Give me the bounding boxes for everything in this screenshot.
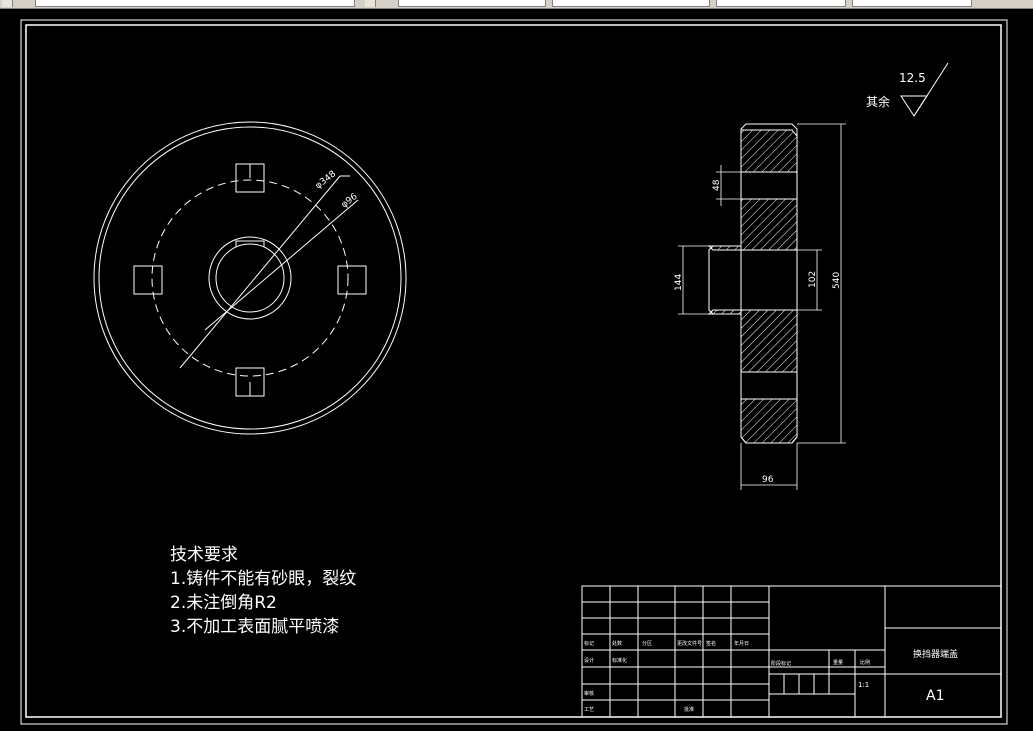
dim-total: 540 — [832, 272, 842, 289]
tb-row-label: 标记 — [584, 640, 594, 647]
tb-row-label: 工艺 — [584, 707, 594, 713]
tb-col-label: 处数 — [612, 640, 622, 647]
tb-col-label: 分区 — [642, 640, 652, 647]
plotstyle-dropdown[interactable] — [852, 0, 972, 7]
tech-req-item: 2.未注倒角R2 — [170, 593, 277, 613]
leader-pitch — [204, 199, 359, 331]
technical-requirements: 技术要求 1.铸件不能有砂眼，裂纹 2.未注倒角R2 3.不加工表面腻平喷漆 — [170, 543, 356, 639]
hub-outline — [708, 245, 741, 315]
dim-width: 96 — [762, 475, 774, 485]
tb-small-label: 批准 — [684, 706, 694, 713]
hatch-top — [740, 129, 798, 173]
toolbar-button[interactable] — [365, 0, 376, 7]
tech-req-item: 1.铸件不能有砂眼，裂纹 — [170, 569, 357, 589]
hatch-upper — [707, 198, 798, 251]
hatch-lower — [707, 309, 798, 373]
hub-circle-inner — [215, 243, 285, 313]
tb-part-name: 换挡器端盖 — [913, 648, 958, 660]
tb-small-label: 比例 — [860, 659, 870, 666]
tb-row-label: 审核 — [584, 690, 594, 697]
pocket-left — [133, 265, 163, 295]
front-view — [93, 121, 407, 435]
tb-small-label: 标准化 — [612, 657, 627, 664]
tb-small-label: 重量 — [833, 659, 843, 666]
cad-drawing: φ348 φ96 48 144 102 540 96 12.5 其余 标记 设计… — [20, 19, 1008, 725]
toolbar-button[interactable] — [2, 0, 13, 7]
tb-col-label: 签名 — [706, 640, 716, 647]
tech-req-item: 3.不加工表面腻平喷漆 — [170, 617, 340, 637]
hatch-bottom — [740, 398, 798, 444]
tb-col-label: 年月日 — [734, 640, 749, 647]
title-block-labels: 标记 设计 审核 工艺 处数 分区 更改文件号 签名 年月日 标准化 阶段标记 … — [584, 640, 870, 713]
drawing-canvas[interactable]: φ348 φ96 48 144 102 540 96 12.5 其余 标记 设计… — [0, 9, 1033, 731]
roughness-value: 12.5 — [899, 71, 926, 85]
lineweight-dropdown[interactable] — [716, 0, 846, 7]
dim-hub-outer: 144 — [674, 274, 684, 291]
leader-outer — [179, 175, 341, 369]
color-dropdown[interactable] — [398, 0, 546, 7]
tb-col-label: 更改文件号 — [677, 640, 702, 647]
tech-req-title: 技术要求 — [170, 545, 238, 565]
dim-bore: 102 — [808, 271, 818, 288]
layer-dropdown[interactable] — [35, 0, 355, 7]
pocket-right — [337, 265, 367, 295]
linetype-dropdown[interactable] — [552, 0, 710, 7]
dim-slot: 48 — [712, 179, 722, 191]
tb-row-label: 设计 — [584, 657, 594, 664]
tb-scale: 1:1 — [858, 681, 869, 689]
pitch-circle — [151, 179, 349, 377]
roughness-label: 其余 — [866, 94, 890, 109]
tb-paper-size: A1 — [926, 688, 944, 704]
dim-outer-diameter: φ348 — [314, 169, 339, 191]
outer-frame — [20, 19, 1008, 725]
cad-toolbar — [0, 0, 1033, 9]
tb-small-label: 阶段标记 — [771, 660, 791, 667]
